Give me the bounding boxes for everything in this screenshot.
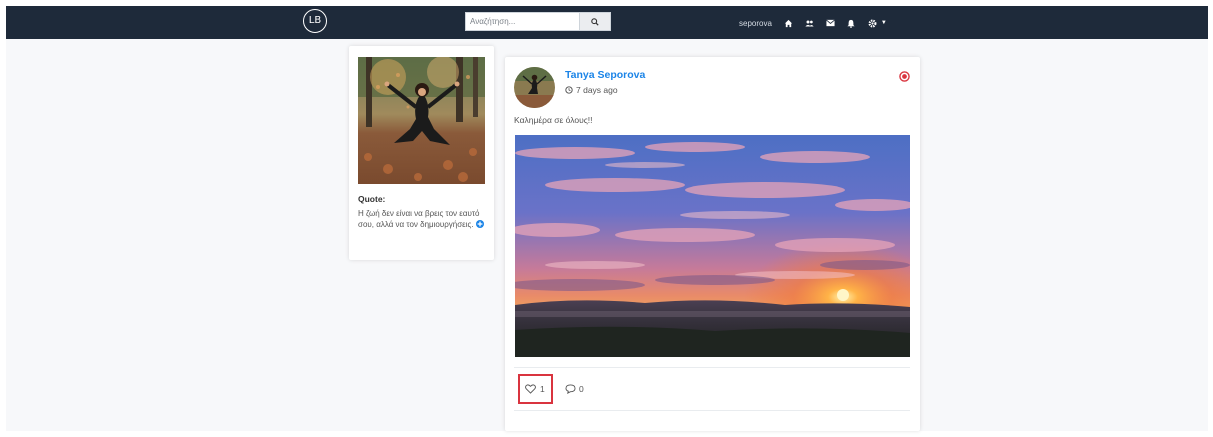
divider — [514, 367, 910, 368]
post-image[interactable] — [515, 135, 910, 357]
chevron-down-icon[interactable]: ▼ — [881, 20, 887, 26]
post-time-text: 7 days ago — [576, 85, 618, 95]
like-count: 1 — [540, 384, 545, 394]
nav-menu: seporova ▼ — [739, 16, 887, 30]
heart-icon — [525, 384, 536, 394]
search-icon — [591, 17, 599, 26]
comment-icon — [565, 384, 576, 394]
post-card: Tanya Seporova 7 days ago Καλημέρα σε όλ… — [505, 57, 920, 431]
top-navbar: LB seporova — [6, 6, 1208, 39]
quote-title: Quote: — [358, 194, 386, 204]
page: LB seporova — [0, 0, 1213, 437]
search-input[interactable] — [465, 12, 579, 31]
home-icon[interactable] — [784, 19, 793, 28]
clock-icon — [565, 86, 573, 94]
post-timestamp: 7 days ago — [565, 85, 618, 95]
nav-username[interactable]: seporova — [739, 19, 772, 28]
like-button[interactable]: 1 — [518, 374, 553, 404]
profile-card: Quote: Η ζωή δεν είναι να βρεις τον εαυτ… — [349, 46, 494, 260]
search-button[interactable] — [579, 12, 611, 31]
logo[interactable]: LB — [303, 9, 327, 33]
gear-icon[interactable] — [868, 19, 877, 28]
profile-photo — [358, 57, 485, 184]
comment-button[interactable]: 0 — [565, 380, 584, 398]
author-avatar[interactable] — [514, 67, 555, 108]
users-icon[interactable] — [805, 19, 814, 28]
envelope-icon[interactable] — [826, 19, 835, 28]
quote-text: Η ζωή δεν είναι να βρεις τον εαυτό σου, … — [358, 209, 486, 231]
divider — [514, 410, 910, 411]
post-text: Καλημέρα σε όλους!! — [514, 115, 593, 125]
delete-post-icon[interactable] — [899, 69, 910, 82]
search-bar — [465, 12, 611, 31]
author-name[interactable]: Tanya Seporova — [565, 69, 645, 81]
app-canvas: LB seporova — [6, 6, 1208, 431]
bell-icon[interactable] — [847, 19, 856, 28]
comment-count: 0 — [579, 384, 584, 394]
quote-body: Η ζωή δεν είναι να βρεις τον εαυτό σου, … — [358, 209, 480, 229]
plus-circle-icon[interactable] — [475, 219, 484, 232]
